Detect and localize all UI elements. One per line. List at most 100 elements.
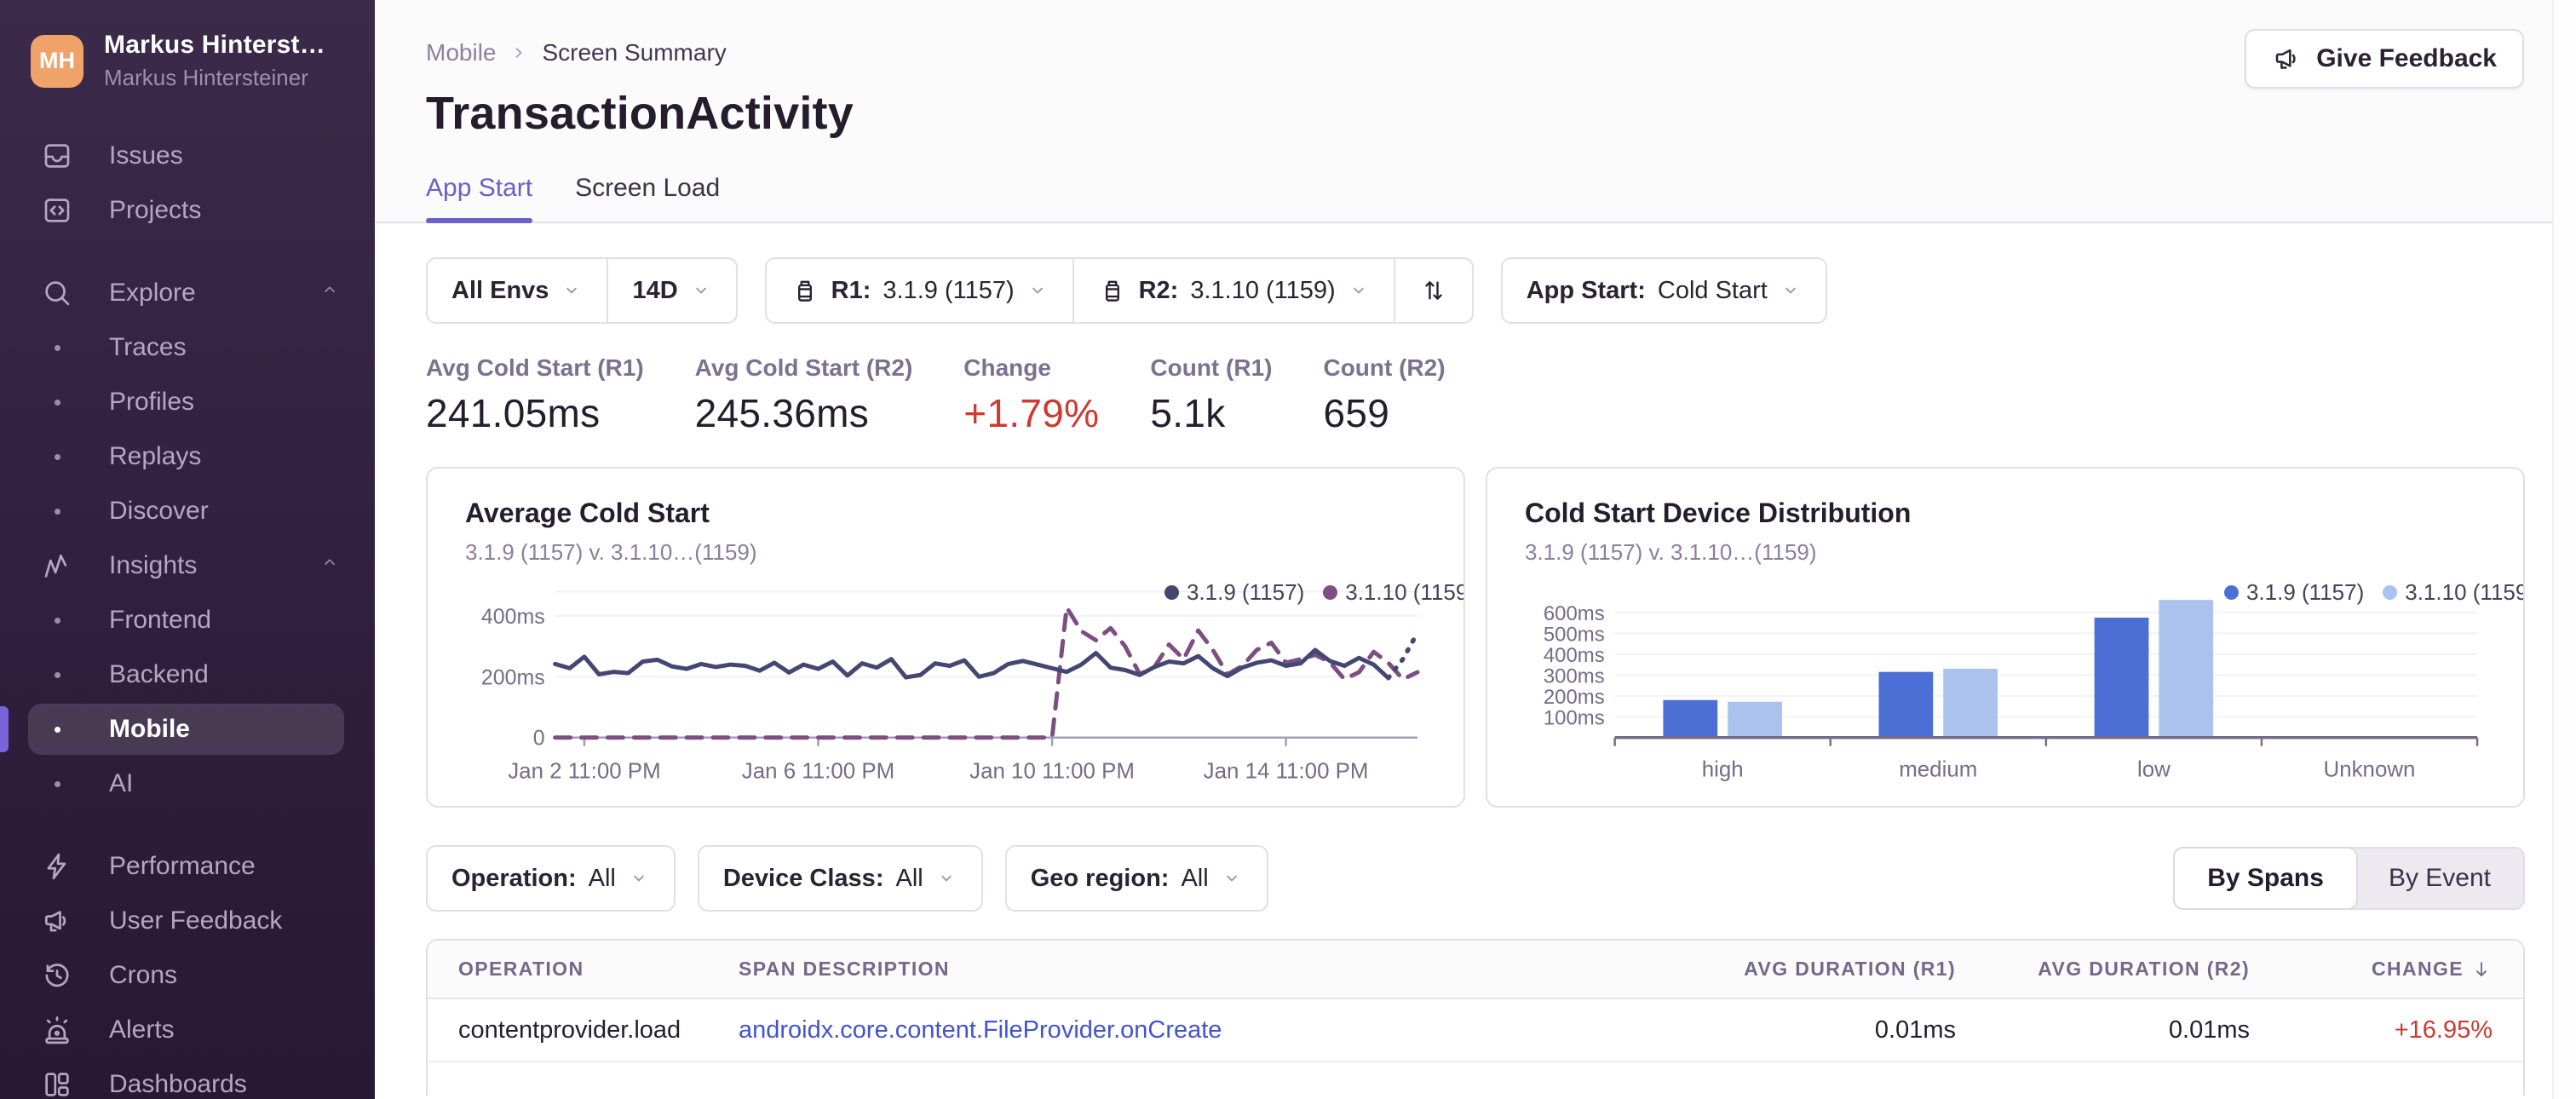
column-header-span-description[interactable]: SPAN DESCRIPTION (739, 941, 1693, 999)
column-header-avg-duration-r2-[interactable]: AVG DURATION (R2) (1987, 941, 2280, 999)
legend-item[interactable]: 3.1.10 (1159) (2383, 579, 2523, 606)
user-menu[interactable]: MH Markus Hinterst… Markus Hintersteiner (31, 31, 375, 91)
svg-text:Jan 10 11:00 PM: Jan 10 11:00 PM (969, 760, 1135, 784)
span-filter-bar: Operation: All Device Class: All Geo reg… (426, 845, 2525, 912)
stat-item-2: Change +1.79% (963, 354, 1099, 436)
sidebar-item-discover[interactable]: Discover (0, 484, 375, 538)
svg-text:Unknown: Unknown (2324, 758, 2416, 782)
release-1-value: 3.1.9 (1157) (883, 276, 1015, 304)
sidebar-item-label: Explore (109, 279, 196, 307)
stat-value: 245.36ms (694, 391, 870, 435)
sidebar-item-explore[interactable]: Explore (0, 266, 375, 320)
legend-dot-icon (2223, 585, 2239, 600)
sidebar-item-crons[interactable]: Crons (0, 948, 375, 1003)
sidebar-item-projects[interactable]: Projects (0, 183, 375, 238)
stats-row: Avg Cold Start (R1) 241.05ms Avg Cold Star… (426, 354, 2525, 436)
app-start-type-label: App Start: (1526, 276, 1646, 304)
cell-avg-duration-r2: 0.01ms (1987, 998, 2280, 1062)
scrollbar-track[interactable] (2552, 0, 2576, 1099)
chevron-right-icon (508, 42, 530, 64)
insights-icon (39, 550, 75, 582)
search-icon (39, 277, 75, 309)
operation-filter[interactable]: Operation: All (428, 847, 674, 910)
sidebar-item-profiles[interactable]: Profiles (0, 375, 375, 429)
chart-legend: 3.1.9 (1157) 3.1.10 (1159) (1164, 579, 1463, 606)
legend-item[interactable]: 3.1.9 (1157) (2223, 579, 2364, 606)
legend-item[interactable]: 3.1.9 (1157) (1164, 579, 1304, 606)
avg-cold-start-card: Average Cold Start 3.1.9 (1157) v. 3.1.1… (426, 467, 1465, 808)
sidebar-item-label: Backend (109, 660, 209, 688)
svg-text:low: low (2137, 758, 2171, 782)
svg-text:600ms: 600ms (1544, 602, 1605, 625)
release-2-filter[interactable]: R2: 3.1.10 (1159) (1072, 259, 1394, 322)
breadcrumb-screen-summary: Screen Summary (542, 39, 727, 66)
sidebar-item-label: Issues (109, 141, 183, 170)
span-description-link[interactable]: androidx.core.content.FileProvider.onCre… (739, 1016, 1222, 1044)
sidebar-item-label: Mobile (109, 715, 190, 743)
sidebar-item-replays[interactable]: Replays (0, 429, 375, 484)
table-header: OPERATION SPAN DESCRIPTION AVG DURATION (R… (428, 941, 2523, 999)
sidebar-item-label: Crons (109, 961, 178, 989)
sidebar-item-frontend[interactable]: Frontend (0, 593, 375, 647)
projects-icon (39, 194, 75, 227)
release-icon (791, 276, 819, 305)
geo-region-filter[interactable]: Geo region: All (1007, 847, 1267, 910)
release-icon (1098, 276, 1127, 305)
top-filter-bar: All Envs 14D R1: 3.1.9 (1157) R2: 3.1.10… (426, 257, 2525, 324)
cell-change: +16.95% (2280, 998, 2523, 1062)
device-class-filter[interactable]: Device Class: All (699, 847, 981, 910)
device-distribution-card: Cold Start Device Distribution 3.1.9 (11… (1486, 467, 2525, 808)
give-feedback-button[interactable]: Give Feedback (2245, 29, 2524, 89)
legend-dot-icon (1164, 585, 1179, 600)
give-feedback-label: Give Feedback (2316, 44, 2497, 72)
chevron-down-icon (690, 279, 712, 302)
sidebar-item-backend[interactable]: Backend (0, 647, 375, 702)
sidebar-item-label: User Feedback (109, 906, 283, 935)
tab-app-start[interactable]: App Start (426, 174, 533, 223)
breadcrumb: Mobile Screen Summary (426, 39, 2525, 66)
date-range-filter[interactable]: 14D (607, 259, 735, 322)
stat-value: 5.1k (1150, 391, 1226, 435)
sidebar-item-label: AI (109, 769, 134, 797)
stat-value: 241.05ms (426, 391, 601, 435)
svg-text:200ms: 200ms (481, 665, 545, 689)
chart-title: Cold Start Device Distribution (1525, 498, 1912, 528)
sidebar-item-mobile[interactable]: Mobile (0, 702, 375, 757)
chart-subtitle: 3.1.9 (1157) v. 3.1.10…(1159) (465, 539, 757, 565)
sidebar-item-dashboards[interactable]: Dashboards (0, 1057, 375, 1099)
sidebar-item-insights[interactable]: Insights (0, 538, 375, 593)
sidebar-item-issues[interactable]: Issues (0, 129, 375, 183)
bullet-icon (54, 453, 60, 460)
tab-bar: App Start Screen Load (426, 174, 2525, 223)
column-header-change[interactable]: CHANGE (2280, 941, 2523, 999)
toggle-by-spans[interactable]: By Spans (2173, 847, 2358, 910)
sidebar-item-ai[interactable]: AI (0, 757, 375, 811)
column-header-operation[interactable]: OPERATION (428, 941, 739, 999)
device-class-filter-label: Device Class: (722, 864, 884, 892)
swap-releases-button[interactable] (1393, 259, 1472, 322)
stat-label: Avg Cold Start (R2) (694, 354, 913, 381)
app-start-type-filter[interactable]: App Start: Cold Start (1503, 259, 1826, 322)
breadcrumb-mobile[interactable]: Mobile (426, 39, 496, 66)
chart-title: Average Cold Start (465, 498, 710, 528)
release-1-filter[interactable]: R1: 3.1.9 (1157) (767, 259, 1072, 322)
legend-item[interactable]: 3.1.10 (1159) (1323, 579, 1463, 606)
environment-filter[interactable]: All Envs (428, 259, 607, 322)
svg-text:200ms: 200ms (1544, 686, 1605, 709)
charts-row: Average Cold Start 3.1.9 (1157) v. 3.1.1… (426, 467, 2525, 808)
issues-icon (39, 140, 75, 172)
sidebar-item-performance[interactable]: Performance (0, 839, 375, 894)
stat-label: Avg Cold Start (R1) (426, 354, 644, 381)
column-header-avg-duration-r1-[interactable]: AVG DURATION (R1) (1693, 941, 1987, 999)
geo-region-filter-label: Geo region: (1030, 864, 1170, 892)
geo-region-filter-value: All (1181, 864, 1209, 892)
sidebar-item-alerts[interactable]: Alerts (0, 1003, 375, 1057)
toggle-by-event[interactable]: By Event (2356, 849, 2523, 908)
sidebar-item-user-feedback[interactable]: User Feedback (0, 894, 375, 948)
sidebar: MH Markus Hinterst… Markus Hintersteiner… (0, 0, 375, 1099)
geo-region-filter-group: Geo region: All (1004, 845, 1268, 912)
operation-filter-value: All (588, 864, 616, 892)
tab-screen-load[interactable]: Screen Load (575, 174, 720, 222)
sidebar-item-label: Dashboards (109, 1070, 247, 1098)
sidebar-item-traces[interactable]: Traces (0, 320, 375, 375)
